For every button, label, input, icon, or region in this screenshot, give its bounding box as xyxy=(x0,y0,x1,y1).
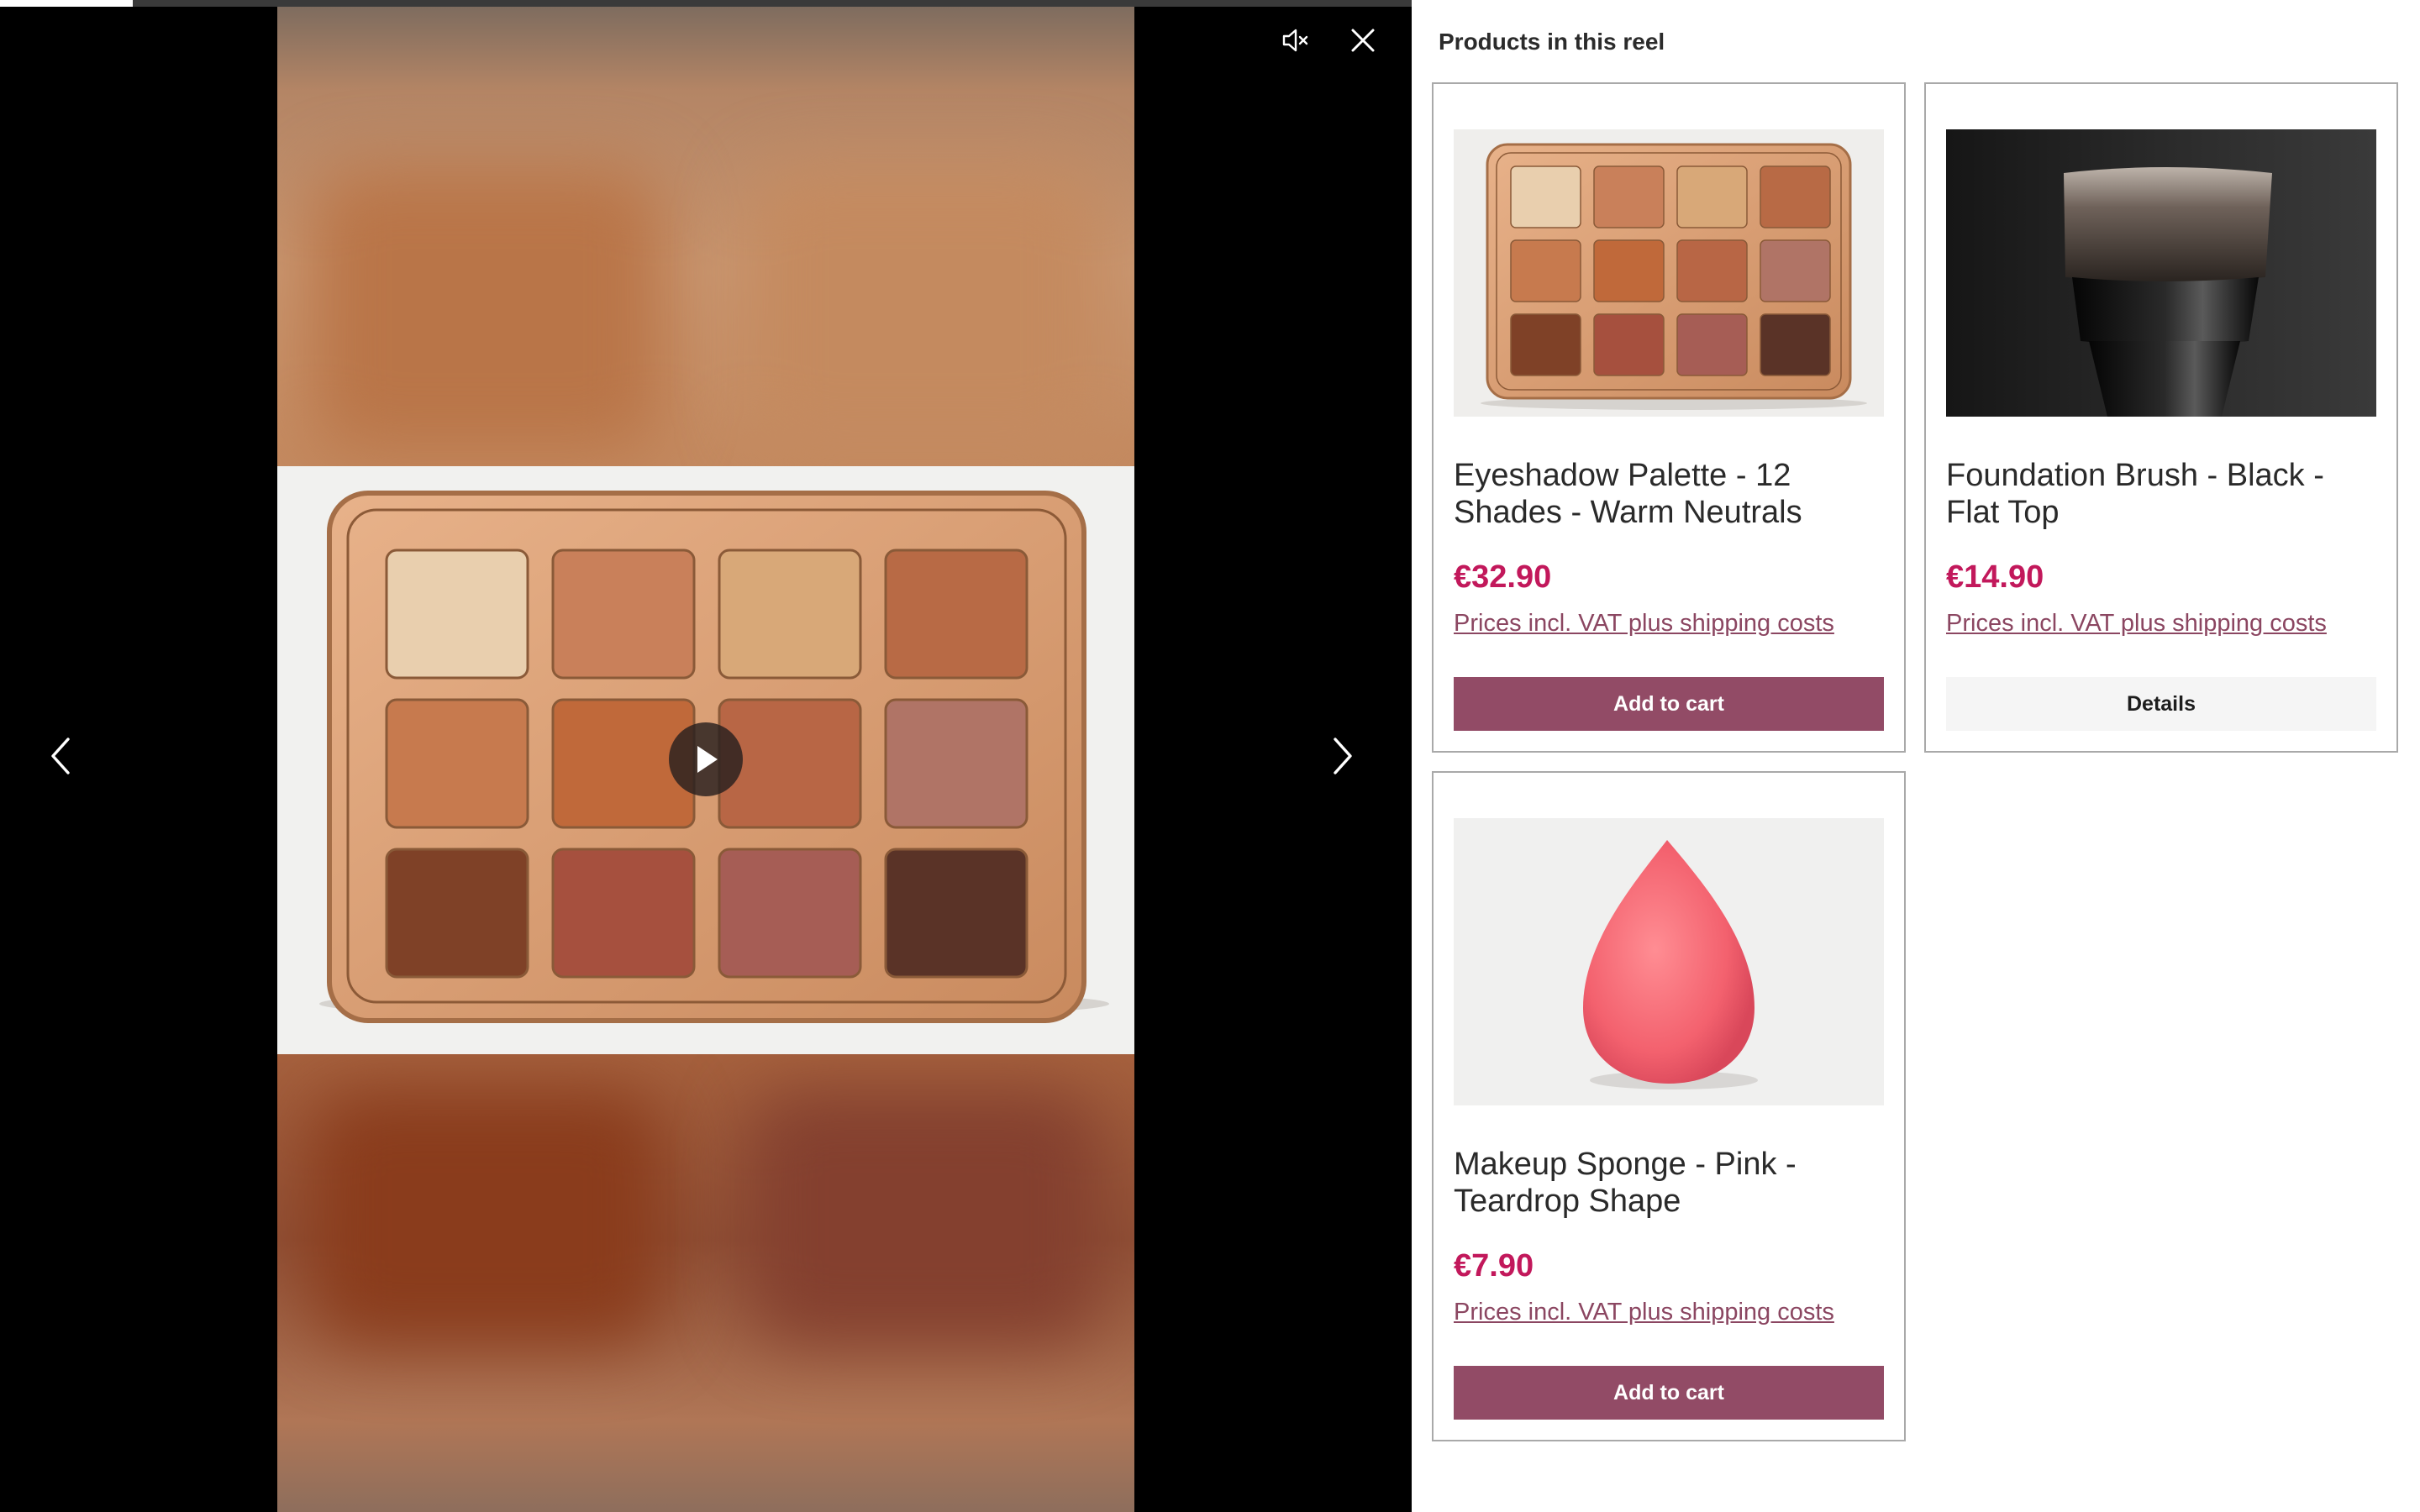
eyeshadow-pan xyxy=(1676,239,1748,302)
add-to-cart-button[interactable]: Add to cart xyxy=(1454,677,1884,731)
eyeshadow-pan xyxy=(718,549,862,680)
product-price: €32.90 xyxy=(1454,559,1552,595)
eyeshadow-pan xyxy=(884,698,1028,829)
blurred-background-shape xyxy=(748,1092,1101,1344)
next-reel-button[interactable] xyxy=(1324,731,1361,781)
eyeshadow-pan xyxy=(718,848,862,979)
details-button[interactable]: Details xyxy=(1946,677,2376,731)
eyeshadow-pan xyxy=(1760,313,1831,376)
eyeshadow-pan xyxy=(1510,313,1581,376)
reel-progress-fill xyxy=(0,0,133,7)
vat-shipping-link[interactable]: Prices incl. VAT plus shipping costs xyxy=(1454,1299,1834,1326)
close-reel-button[interactable] xyxy=(1346,24,1380,57)
close-icon xyxy=(1351,29,1375,52)
eyeshadow-pan xyxy=(1593,313,1665,376)
eyeshadow-pan xyxy=(1593,239,1665,302)
mute-toggle-button[interactable] xyxy=(1279,24,1313,57)
eyeshadow-palette-thumbnail xyxy=(1481,143,1867,410)
play-button[interactable] xyxy=(669,722,743,796)
product-name[interactable]: Foundation Brush - Black - Flat Top xyxy=(1946,457,2375,531)
foundation-brush-thumbnail xyxy=(2064,167,2272,417)
product-image[interactable] xyxy=(1946,129,2376,417)
add-to-cart-button[interactable]: Add to cart xyxy=(1454,1366,1884,1420)
product-image[interactable] xyxy=(1454,818,1884,1105)
makeup-sponge-thumbnail xyxy=(1583,840,1758,1089)
eyeshadow-pan xyxy=(1760,239,1831,302)
previous-reel-button[interactable] xyxy=(42,731,79,781)
eyeshadow-pan xyxy=(884,549,1028,680)
reel-progress-bar xyxy=(0,0,1412,7)
eyeshadow-pan xyxy=(1676,165,1748,228)
product-name[interactable]: Eyeshadow Palette - 12 Shades - Warm Neu… xyxy=(1454,457,1882,531)
eyeshadow-pan xyxy=(1510,165,1581,228)
eyeshadow-pan xyxy=(385,848,529,979)
product-image[interactable] xyxy=(1454,129,1884,417)
eyeshadow-pan xyxy=(385,698,529,829)
eyeshadow-pan xyxy=(1593,165,1665,228)
eyeshadow-pan xyxy=(1676,313,1748,376)
blurred-background-shape xyxy=(311,1092,664,1344)
eyeshadow-pan xyxy=(385,549,529,680)
chevron-left-icon xyxy=(51,738,70,774)
eyeshadow-pan xyxy=(884,848,1028,979)
blurred-background-shape xyxy=(311,168,664,454)
chevron-right-icon xyxy=(1334,738,1352,774)
product-price: €7.90 xyxy=(1454,1248,1534,1284)
speaker-muted-icon xyxy=(1282,29,1308,52)
eyeshadow-pan xyxy=(1510,239,1581,302)
product-card[interactable]: Foundation Brush - Black - Flat Top €14.… xyxy=(1924,82,2398,753)
eyeshadow-pan xyxy=(551,848,696,979)
reel-video-player[interactable] xyxy=(0,0,1412,1512)
panel-title: Products in this reel xyxy=(1439,29,1665,55)
vat-shipping-link[interactable]: Prices incl. VAT plus shipping costs xyxy=(1454,610,1834,638)
product-price: €14.90 xyxy=(1946,559,2044,595)
products-panel: Products in this reel Eyeshadow Palette … xyxy=(1412,0,2420,1512)
eyeshadow-pan xyxy=(551,549,696,680)
product-card[interactable]: Makeup Sponge - Pink - Teardrop Shape €7… xyxy=(1432,771,1906,1441)
eyeshadow-pan xyxy=(1760,165,1831,228)
play-icon xyxy=(697,746,718,773)
vat-shipping-link[interactable]: Prices incl. VAT plus shipping costs xyxy=(1946,610,2327,638)
product-name[interactable]: Makeup Sponge - Pink - Teardrop Shape xyxy=(1454,1146,1882,1220)
product-card[interactable]: Eyeshadow Palette - 12 Shades - Warm Neu… xyxy=(1432,82,1906,753)
blurred-background-shape xyxy=(748,168,1101,454)
